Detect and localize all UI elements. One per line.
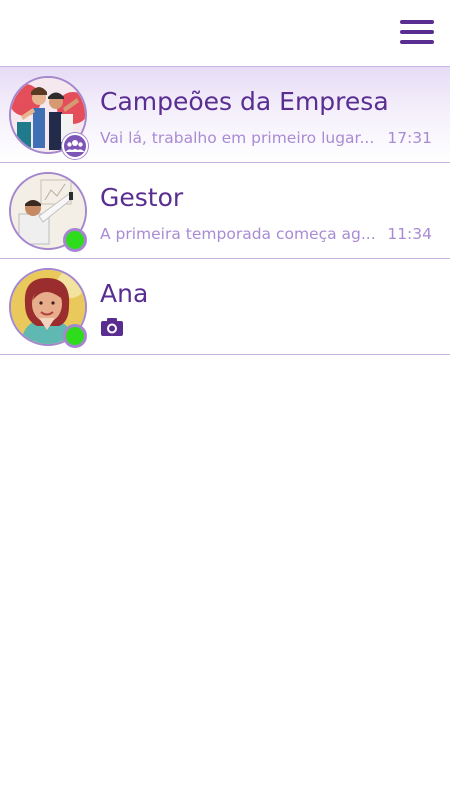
chat-item-ana[interactable]: Ana bbox=[0, 259, 450, 355]
chat-last-message: A primeira temporada começa ag... bbox=[100, 225, 376, 243]
menu-bar-line bbox=[400, 30, 434, 34]
group-icon bbox=[62, 133, 88, 159]
chat-list-screen: Campeões da Empresa Vai lá, trabalho em … bbox=[0, 0, 450, 800]
chat-name: Campeões da Empresa bbox=[100, 87, 389, 116]
chat-item-gestor[interactable]: Gestor A primeira temporada começa ag...… bbox=[0, 163, 450, 259]
group-people-glyph bbox=[65, 140, 85, 152]
menu-bar-line bbox=[400, 20, 434, 24]
menu-bar-line bbox=[400, 40, 434, 44]
top-bar bbox=[0, 0, 450, 66]
chat-last-message: Vai lá, trabalho em primeiro lugar... bbox=[100, 129, 375, 147]
chat-name: Gestor bbox=[100, 183, 184, 212]
hamburger-menu-icon[interactable] bbox=[400, 19, 434, 45]
chat-timestamp: 17:31 bbox=[387, 129, 432, 147]
online-status-indicator bbox=[63, 228, 87, 252]
online-status-indicator bbox=[63, 324, 87, 348]
camera-icon bbox=[100, 317, 124, 337]
chat-list: Campeões da Empresa Vai lá, trabalho em … bbox=[0, 66, 450, 355]
chat-timestamp: 11:34 bbox=[387, 225, 432, 243]
chat-name: Ana bbox=[100, 279, 149, 308]
camera-glyph bbox=[101, 318, 123, 336]
chat-item-campeoes-da-empresa[interactable]: Campeões da Empresa Vai lá, trabalho em … bbox=[0, 66, 450, 163]
